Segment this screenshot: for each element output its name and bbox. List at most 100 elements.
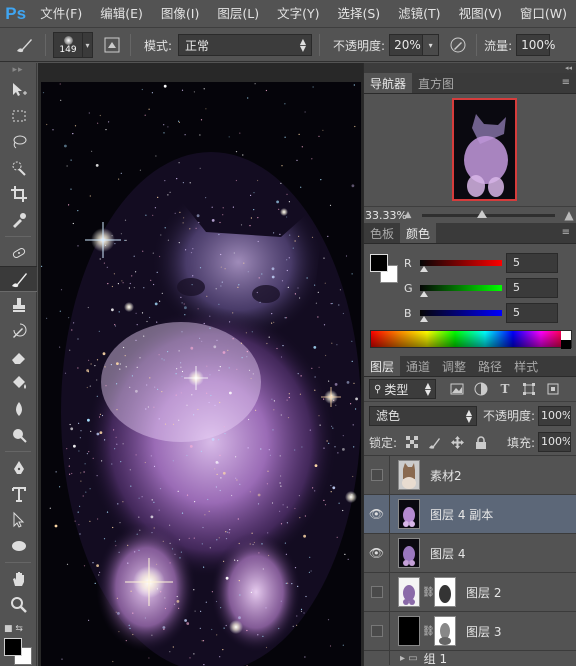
zoom-tool[interactable] [0,592,37,618]
visibility-toggle[interactable]: 👁 [364,494,390,534]
visibility-toggle[interactable] [364,611,390,651]
zoom-out-icon[interactable]: ▲ [400,210,416,220]
crop-tool[interactable] [0,181,37,207]
tab-adjustments[interactable]: 调整 [436,356,472,376]
path-selection-tool[interactable] [0,507,37,533]
layer-name[interactable]: 图层 3 [466,623,501,640]
menu-file[interactable]: 文件(F) [31,0,91,28]
quick-selection-tool[interactable] [0,155,37,181]
brush-panel-toggle[interactable] [101,34,123,56]
adjustment-filter-icon[interactable] [474,382,488,396]
navigator-preview[interactable] [452,98,517,201]
hand-tool[interactable] [0,566,37,592]
menu-layer[interactable]: 图层(L) [208,0,268,28]
foreground-color-swatch[interactable] [4,638,22,656]
blend-mode-select[interactable]: 滤色 ▲ ▼ [369,405,477,426]
pixel-filter-icon[interactable] [450,382,464,396]
fill-input[interactable]: 100% [538,432,571,452]
opacity-input[interactable]: 20% [389,34,424,56]
layer-name[interactable]: 图层 4 副本 [430,506,493,523]
mask-link-icon[interactable]: ⛓ [422,587,435,598]
zoom-percentage[interactable]: 33.33% [364,209,407,222]
eyedropper-tool[interactable] [0,207,37,233]
pressure-opacity-button[interactable] [447,34,469,56]
layer-opacity-input[interactable]: 100% [538,405,571,426]
flow-input[interactable]: 100% [516,34,555,56]
eraser-tool[interactable] [0,344,37,370]
visibility-toggle[interactable]: 👁 [364,533,390,573]
history-brush-tool[interactable] [0,318,37,344]
panel-menu-icon[interactable]: ≡ [562,227,570,238]
tab-color[interactable]: 颜色 [400,223,437,243]
visibility-toggle[interactable] [364,651,390,665]
shape-filter-icon[interactable] [522,382,536,396]
color-spectrum-bar[interactable] [370,330,572,349]
layer-row-group1[interactable]: ▸ ▭ 组 1 [364,651,576,665]
brush-preset-picker[interactable]: 149 [53,32,83,58]
default-colors-icon[interactable]: ■ ⇆ [4,624,23,634]
layer-name[interactable]: 素材2 [430,467,462,484]
type-tool[interactable] [0,481,37,507]
layer-row-layer3[interactable]: ⛓ 图层 3 [364,611,576,651]
tab-paths[interactable]: 路径 [472,356,508,376]
lasso-tool[interactable] [0,129,37,155]
layer-mask-thumbnail[interactable] [434,577,456,607]
group-name[interactable]: 组 1 [424,651,447,666]
panel-grip[interactable]: ▸▸ [0,63,36,77]
layer-name[interactable]: 图层 4 [430,545,465,562]
red-value[interactable]: 5 [506,253,558,273]
opacity-dropdown[interactable]: ▾ [423,34,440,56]
blue-value[interactable]: 5 [506,303,558,323]
menu-filter[interactable]: 滤镜(T) [389,0,449,28]
layer-mask-thumbnail[interactable] [434,616,456,646]
dock-header[interactable]: ◂◂ [364,63,576,73]
layer-row-layer2[interactable]: ⛓ 图层 2 [364,572,576,612]
lock-pixels-icon[interactable] [428,436,441,449]
tab-swatches[interactable]: 色板 [364,223,400,243]
menu-select[interactable]: 选择(S) [328,0,389,28]
visibility-toggle[interactable] [364,455,390,495]
layer-row-layer4-copy[interactable]: 👁 图层 4 副本 [364,494,576,534]
mask-link-icon[interactable]: ⛓ [422,626,435,637]
foreground-color-box[interactable] [370,254,388,272]
green-value[interactable]: 5 [506,278,558,298]
visibility-toggle[interactable] [364,572,390,612]
tab-styles[interactable]: 样式 [508,356,544,376]
paint-bucket-tool[interactable] [0,370,37,396]
tab-navigator[interactable]: 导航器 [364,73,413,93]
menu-window[interactable]: 窗口(W) [511,0,576,28]
shape-tool[interactable] [0,533,37,559]
color-swatches[interactable]: ■ ⇆ [4,624,36,665]
blue-slider-marker[interactable] [420,316,428,322]
menu-image[interactable]: 图像(I) [152,0,208,28]
black-white-swatch[interactable] [561,331,571,349]
brush-tool[interactable] [0,266,37,292]
layer-name[interactable]: 图层 2 [466,584,501,601]
tool-preset-picker[interactable] [10,33,38,57]
smart-object-filter-icon[interactable] [546,382,560,396]
green-slider[interactable] [420,285,502,297]
layer-row-material2[interactable]: 素材2 [364,455,576,495]
blur-tool[interactable] [0,396,37,422]
mode-select[interactable]: 正常 ▲ ▼ [178,34,313,56]
menu-edit[interactable]: 编辑(E) [91,0,152,28]
lock-all-icon[interactable] [474,435,487,449]
lock-transparency-icon[interactable] [405,436,418,449]
tab-layers[interactable]: 图层 [364,356,401,376]
dodge-tool[interactable] [0,422,37,448]
layer-kind-filter[interactable]: ⚲ 类型 ▲ ▼ [369,379,436,399]
clone-stamp-tool[interactable] [0,292,37,318]
zoom-slider-knob[interactable] [476,209,487,218]
tab-channels[interactable]: 通道 [400,356,436,376]
red-slider[interactable] [420,260,502,272]
spot-healing-tool[interactable] [0,240,37,266]
type-filter-icon[interactable]: T [498,382,512,396]
pen-tool[interactable] [0,455,37,481]
zoom-in-icon[interactable]: ▲ [561,208,576,222]
zoom-slider[interactable] [422,209,555,218]
lock-position-icon[interactable] [451,435,465,449]
menu-view[interactable]: 视图(V) [450,0,511,28]
marquee-tool[interactable] [0,103,37,129]
blue-slider[interactable] [420,310,502,322]
panel-menu-icon[interactable]: ≡ [562,77,570,88]
